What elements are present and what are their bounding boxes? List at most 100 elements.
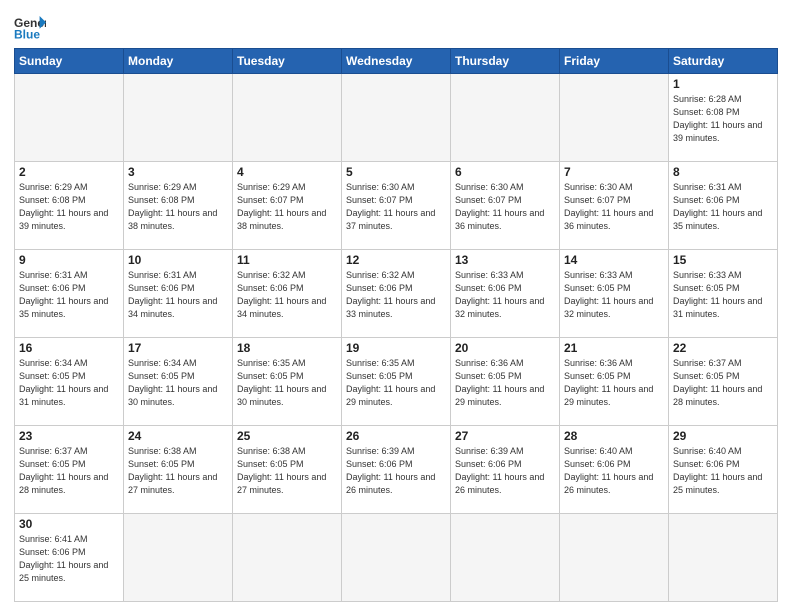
day-info: Sunrise: 6:28 AM Sunset: 6:08 PM Dayligh…: [673, 93, 773, 145]
day-number: 16: [19, 341, 119, 355]
day-info: Sunrise: 6:39 AM Sunset: 6:06 PM Dayligh…: [455, 445, 555, 497]
calendar-cell: 28 Sunrise: 6:40 AM Sunset: 6:06 PM Dayli…: [560, 426, 669, 514]
calendar-cell: [15, 74, 124, 162]
day-info: Sunrise: 6:33 AM Sunset: 6:05 PM Dayligh…: [673, 269, 773, 321]
calendar-cell: 29Sunrise: 6:40 AM Sunset: 6:06 PM Dayli…: [669, 426, 778, 514]
day-header-friday: Friday: [560, 49, 669, 74]
day-number: 18: [237, 341, 337, 355]
day-header-monday: Monday: [124, 49, 233, 74]
calendar-header-row: SundayMondayTuesdayWednesdayThursdayFrid…: [15, 49, 778, 74]
calendar-cell: 21 Sunrise: 6:36 AM Sunset: 6:05 PM Dayli…: [560, 338, 669, 426]
day-info: Sunrise: 6:30 AM Sunset: 6:07 PM Dayligh…: [564, 181, 664, 233]
page: General Blue SundayMondayTuesdayWednesda…: [0, 0, 792, 612]
day-number: 30: [19, 517, 119, 531]
calendar-cell: 23 Sunrise: 6:37 AM Sunset: 6:05 PM Dayli…: [15, 426, 124, 514]
day-info: Sunrise: 6:37 AM Sunset: 6:05 PM Dayligh…: [673, 357, 773, 409]
calendar-cell: 24 Sunrise: 6:38 AM Sunset: 6:05 PM Dayli…: [124, 426, 233, 514]
day-info: Sunrise: 6:38 AM Sunset: 6:05 PM Dayligh…: [128, 445, 228, 497]
day-number: 17: [128, 341, 228, 355]
day-number: 25: [237, 429, 337, 443]
calendar-week-row: 23 Sunrise: 6:37 AM Sunset: 6:05 PM Dayli…: [15, 426, 778, 514]
day-info: Sunrise: 6:38 AM Sunset: 6:05 PM Dayligh…: [237, 445, 337, 497]
calendar-cell: [560, 514, 669, 602]
calendar-cell: [233, 74, 342, 162]
day-number: 5: [346, 165, 446, 179]
calendar-week-row: 30 Sunrise: 6:41 AM Sunset: 6:06 PM Dayli…: [15, 514, 778, 602]
calendar-week-row: 2Sunrise: 6:29 AM Sunset: 6:08 PM Daylig…: [15, 162, 778, 250]
day-info: Sunrise: 6:34 AM Sunset: 6:05 PM Dayligh…: [19, 357, 119, 409]
day-number: 15: [673, 253, 773, 267]
logo: General Blue: [14, 14, 46, 42]
day-number: 27: [455, 429, 555, 443]
calendar-cell: 8 Sunrise: 6:31 AM Sunset: 6:06 PM Daylig…: [669, 162, 778, 250]
day-info: Sunrise: 6:39 AM Sunset: 6:06 PM Dayligh…: [346, 445, 446, 497]
calendar-cell: 15 Sunrise: 6:33 AM Sunset: 6:05 PM Dayli…: [669, 250, 778, 338]
day-number: 3: [128, 165, 228, 179]
calendar-cell: 11 Sunrise: 6:32 AM Sunset: 6:06 PM Dayli…: [233, 250, 342, 338]
day-info: Sunrise: 6:31 AM Sunset: 6:06 PM Dayligh…: [128, 269, 228, 321]
day-info: Sunrise: 6:30 AM Sunset: 6:07 PM Dayligh…: [346, 181, 446, 233]
calendar-week-row: 9 Sunrise: 6:31 AM Sunset: 6:06 PM Daylig…: [15, 250, 778, 338]
calendar-cell: 9 Sunrise: 6:31 AM Sunset: 6:06 PM Daylig…: [15, 250, 124, 338]
svg-text:Blue: Blue: [14, 27, 40, 41]
calendar-cell: [560, 74, 669, 162]
day-info: Sunrise: 6:40 AM Sunset: 6:06 PM Dayligh…: [564, 445, 664, 497]
day-number: 1: [673, 77, 773, 91]
day-number: 8: [673, 165, 773, 179]
day-info: Sunrise: 6:30 AM Sunset: 6:07 PM Dayligh…: [455, 181, 555, 233]
day-header-tuesday: Tuesday: [233, 49, 342, 74]
calendar-cell: 7 Sunrise: 6:30 AM Sunset: 6:07 PM Daylig…: [560, 162, 669, 250]
calendar-week-row: 16 Sunrise: 6:34 AM Sunset: 6:05 PM Dayli…: [15, 338, 778, 426]
day-header-sunday: Sunday: [15, 49, 124, 74]
day-number: 4: [237, 165, 337, 179]
day-number: 7: [564, 165, 664, 179]
day-number: 29: [673, 429, 773, 443]
logo-icon: General Blue: [14, 14, 46, 42]
calendar-cell: 16 Sunrise: 6:34 AM Sunset: 6:05 PM Dayli…: [15, 338, 124, 426]
day-number: 23: [19, 429, 119, 443]
calendar-table: SundayMondayTuesdayWednesdayThursdayFrid…: [14, 48, 778, 602]
calendar-cell: 26 Sunrise: 6:39 AM Sunset: 6:06 PM Dayli…: [342, 426, 451, 514]
calendar-cell: [342, 514, 451, 602]
day-number: 24: [128, 429, 228, 443]
day-info: Sunrise: 6:41 AM Sunset: 6:06 PM Dayligh…: [19, 533, 119, 585]
day-header-thursday: Thursday: [451, 49, 560, 74]
calendar-cell: [124, 74, 233, 162]
calendar-cell: 18 Sunrise: 6:35 AM Sunset: 6:05 PM Dayli…: [233, 338, 342, 426]
day-header-wednesday: Wednesday: [342, 49, 451, 74]
day-info: Sunrise: 6:36 AM Sunset: 6:05 PM Dayligh…: [455, 357, 555, 409]
day-info: Sunrise: 6:31 AM Sunset: 6:06 PM Dayligh…: [673, 181, 773, 233]
day-number: 21: [564, 341, 664, 355]
calendar-cell: 20 Sunrise: 6:36 AM Sunset: 6:05 PM Dayli…: [451, 338, 560, 426]
day-info: Sunrise: 6:32 AM Sunset: 6:06 PM Dayligh…: [346, 269, 446, 321]
calendar-cell: 19Sunrise: 6:35 AM Sunset: 6:05 PM Dayli…: [342, 338, 451, 426]
calendar-cell: 27 Sunrise: 6:39 AM Sunset: 6:06 PM Dayli…: [451, 426, 560, 514]
day-info: Sunrise: 6:33 AM Sunset: 6:05 PM Dayligh…: [564, 269, 664, 321]
calendar-cell: [124, 514, 233, 602]
day-info: Sunrise: 6:29 AM Sunset: 6:08 PM Dayligh…: [19, 181, 119, 233]
calendar-cell: 4Sunrise: 6:29 AM Sunset: 6:07 PM Daylig…: [233, 162, 342, 250]
calendar-cell: 13Sunrise: 6:33 AM Sunset: 6:06 PM Dayli…: [451, 250, 560, 338]
day-info: Sunrise: 6:35 AM Sunset: 6:05 PM Dayligh…: [237, 357, 337, 409]
day-number: 28: [564, 429, 664, 443]
day-info: Sunrise: 6:31 AM Sunset: 6:06 PM Dayligh…: [19, 269, 119, 321]
day-header-saturday: Saturday: [669, 49, 778, 74]
header: General Blue: [14, 10, 778, 42]
day-info: Sunrise: 6:36 AM Sunset: 6:05 PM Dayligh…: [564, 357, 664, 409]
calendar-cell: 14Sunrise: 6:33 AM Sunset: 6:05 PM Dayli…: [560, 250, 669, 338]
day-info: Sunrise: 6:37 AM Sunset: 6:05 PM Dayligh…: [19, 445, 119, 497]
day-number: 26: [346, 429, 446, 443]
calendar-week-row: 1 Sunrise: 6:28 AM Sunset: 6:08 PM Daylig…: [15, 74, 778, 162]
day-info: Sunrise: 6:35 AM Sunset: 6:05 PM Dayligh…: [346, 357, 446, 409]
day-number: 11: [237, 253, 337, 267]
day-info: Sunrise: 6:32 AM Sunset: 6:06 PM Dayligh…: [237, 269, 337, 321]
day-number: 10: [128, 253, 228, 267]
calendar-cell: [669, 514, 778, 602]
calendar-cell: 6 Sunrise: 6:30 AM Sunset: 6:07 PM Daylig…: [451, 162, 560, 250]
day-number: 9: [19, 253, 119, 267]
day-number: 20: [455, 341, 555, 355]
day-number: 13: [455, 253, 555, 267]
day-number: 22: [673, 341, 773, 355]
calendar-cell: 5 Sunrise: 6:30 AM Sunset: 6:07 PM Daylig…: [342, 162, 451, 250]
day-number: 6: [455, 165, 555, 179]
